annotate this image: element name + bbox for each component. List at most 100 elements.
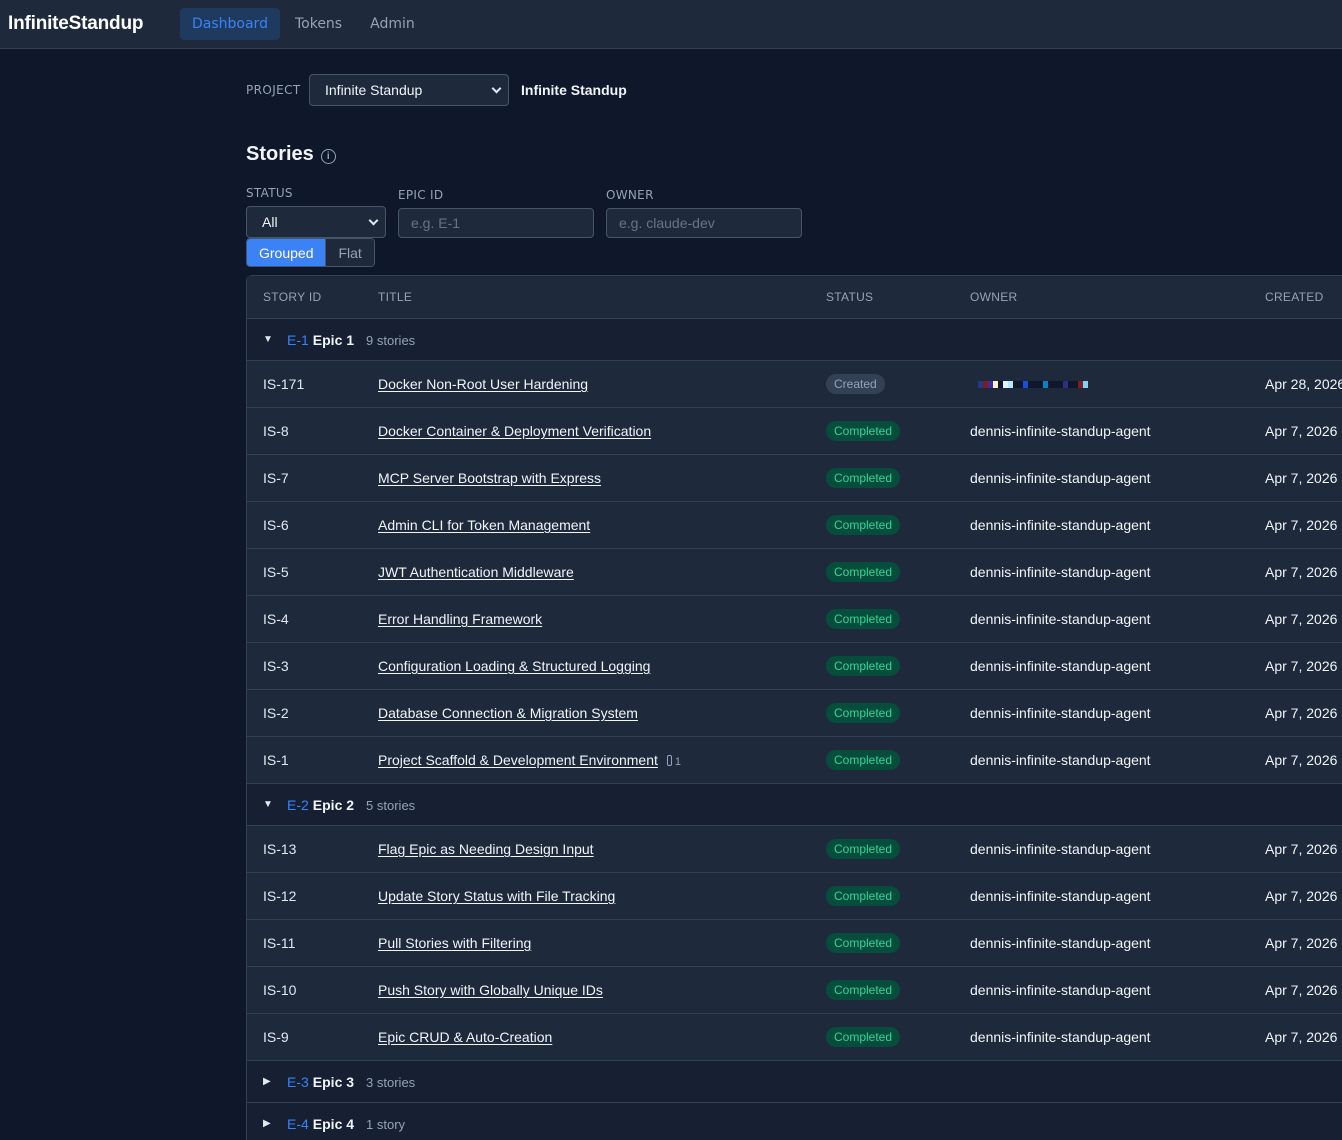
owner-input[interactable]: e.g. claude-dev	[606, 208, 802, 238]
created-date: Apr 7, 2026	[1265, 935, 1338, 951]
brand-logo[interactable]: InfiniteStandup	[8, 13, 180, 35]
story-title: Project Scaffold & Development Environme…	[378, 752, 681, 768]
story-title-link[interactable]: Update Story Status with File Tracking	[378, 888, 615, 904]
status-filter-value: All	[262, 214, 278, 230]
created-date: Apr 7, 2026	[1265, 658, 1338, 674]
table-body: ▼ E-1 Epic 1 9 stories IS-171 Docker Non-Root…	[247, 319, 1342, 1140]
nav-admin[interactable]: Admin	[358, 8, 427, 40]
story-id: IS-9	[263, 1029, 289, 1045]
story-title-link[interactable]: Epic CRUD & Auto-Creation	[378, 1029, 552, 1045]
table-row[interactable]: IS-10 Push Story with Globally Unique IDs…	[247, 967, 1342, 1014]
story-title: Docker Non-Root User Hardening	[378, 376, 588, 392]
info-icon[interactable]: i	[320, 149, 336, 164]
status-cell: Completed	[826, 468, 901, 488]
table-row[interactable]: IS-13 Flag Epic as Needing Design Input Co…	[247, 826, 1342, 873]
table-row[interactable]: IS-6 Admin CLI for Token Management Comple…	[247, 502, 1342, 549]
col-title[interactable]: TITLE	[378, 290, 412, 304]
epic-story-count: 3 stories	[366, 1074, 416, 1090]
epic-group-label: E-1 Epic 1 9 stories	[287, 332, 415, 348]
story-id: IS-10	[263, 982, 297, 998]
story-title-link[interactable]: Push Story with Globally Unique IDs	[378, 982, 603, 998]
nav-tokens[interactable]: Tokens	[283, 8, 354, 40]
story-title-link[interactable]: Database Connection & Migration System	[378, 705, 638, 721]
flat-view-button[interactable]: Flat	[325, 239, 374, 266]
story-title-link[interactable]: Error Handling Framework	[378, 611, 542, 627]
status-badge: Completed	[826, 933, 901, 953]
story-title-link[interactable]: MCP Server Bootstrap with Express	[378, 470, 601, 486]
status-badge: Completed	[826, 980, 901, 1000]
story-title-link[interactable]: Admin CLI for Token Management	[378, 517, 590, 533]
story-title: JWT Authentication Middleware	[378, 564, 574, 580]
table-row[interactable]: IS-11 Pull Stories with Filtering Complete…	[247, 920, 1342, 967]
story-title-link[interactable]: Docker Non-Root User Hardening	[378, 376, 588, 392]
created-date: Apr 7, 2026	[1265, 423, 1338, 439]
page-title: Stories	[246, 143, 314, 165]
status-filter-select[interactable]: All	[246, 206, 386, 238]
story-title-link[interactable]: Project Scaffold & Development Environme…	[378, 752, 658, 768]
epic-id: E-4	[287, 1115, 309, 1132]
col-story-id[interactable]: STORY ID	[263, 290, 321, 304]
col-status[interactable]: STATUS	[826, 290, 873, 304]
project-name: Infinite Standup	[521, 82, 627, 98]
project-select[interactable]: Infinite Standup	[309, 74, 509, 106]
project-selector-row: PROJECT Infinite Standup Infinite Standu…	[246, 74, 627, 106]
status-badge: Completed	[826, 839, 901, 859]
story-title: Docker Container & Deployment Verificati…	[378, 423, 651, 439]
story-title: Pull Stories with Filtering	[378, 935, 531, 951]
epic-group-row[interactable]: ▼ E-2 Epic 2 5 stories	[247, 784, 1342, 826]
story-title-link[interactable]: Flag Epic as Needing Design Input	[378, 841, 594, 857]
status-badge: Completed	[826, 656, 901, 676]
table-row[interactable]: IS-12 Update Story Status with File Track…	[247, 873, 1342, 920]
created-date: Apr 7, 2026	[1265, 752, 1338, 768]
story-title: Error Handling Framework	[378, 611, 542, 627]
table-row[interactable]: IS-7 MCP Server Bootstrap with Express Com…	[247, 455, 1342, 502]
nav-dashboard[interactable]: Dashboard	[180, 8, 280, 40]
table-row[interactable]: IS-8 Docker Container & Deployment Verifi…	[247, 408, 1342, 455]
owner-name: dennis-infinite-standup-agent	[970, 752, 1151, 768]
owner-name: dennis-infinite-standup-agent	[970, 611, 1151, 627]
owner-avatar-glyphs	[978, 380, 1088, 388]
main-nav: Dashboard Tokens Admin	[180, 8, 431, 40]
owner-name: dennis-infinite-standup-agent	[970, 935, 1151, 951]
epic-group-row[interactable]: ▼ E-1 Epic 1 9 stories	[247, 319, 1342, 361]
table-row[interactable]: IS-2 Database Connection & Migration Syst…	[247, 690, 1342, 737]
caret-right-icon[interactable]: ▶	[263, 1076, 271, 1087]
epic-name: Epic 3	[312, 1073, 355, 1090]
story-title-link[interactable]: JWT Authentication Middleware	[378, 564, 574, 580]
table-row[interactable]: IS-3 Configuration Loading & Structured L…	[247, 643, 1342, 690]
epic-group-row[interactable]: ▶ E-3 Epic 3 3 stories	[247, 1061, 1342, 1103]
epic-filter-label: EPIC ID	[398, 188, 444, 202]
caret-down-icon[interactable]: ▼	[263, 334, 273, 345]
status-badge: Completed	[826, 421, 901, 441]
table-row[interactable]: IS-171 Docker Non-Root User Hardening Crea…	[247, 361, 1342, 408]
stories-header: Stories i	[246, 143, 336, 166]
status-badge: Completed	[826, 562, 901, 582]
caret-right-icon[interactable]: ▶	[263, 1118, 271, 1129]
caret-down-icon[interactable]: ▼	[263, 799, 273, 810]
story-title: Admin CLI for Token Management	[378, 517, 590, 533]
story-title-link[interactable]: Configuration Loading & Structured Loggi…	[378, 658, 650, 674]
table-row[interactable]: IS-1 Project Scaffold & Development Envir…	[247, 737, 1342, 784]
epic-name: Epic 4	[312, 1115, 355, 1132]
owner-name: dennis-infinite-standup-agent	[970, 841, 1151, 857]
epic-story-count: 9 stories	[366, 332, 416, 348]
col-owner[interactable]: OWNER	[970, 290, 1018, 304]
story-title-link[interactable]: Pull Stories with Filtering	[378, 935, 531, 951]
story-id: IS-6	[263, 517, 289, 533]
epic-id-input[interactable]: e.g. E-1	[398, 208, 594, 238]
table-row[interactable]: IS-4 Error Handling Framework Completed den…	[247, 596, 1342, 643]
grouped-view-button[interactable]: Grouped	[247, 239, 326, 266]
table-row[interactable]: IS-5 JWT Authentication Middleware Complet…	[247, 549, 1342, 596]
created-date: Apr 7, 2026	[1265, 705, 1338, 721]
story-id: IS-2	[263, 705, 289, 721]
attachment-icon[interactable]: 1	[667, 755, 681, 768]
story-id: IS-11	[263, 935, 296, 951]
epic-group-row[interactable]: ▶ E-4 Epic 4 1 story	[247, 1103, 1342, 1140]
col-created[interactable]: CREATED	[1265, 290, 1324, 304]
owner-name: dennis-infinite-standup-agent	[970, 705, 1151, 721]
story-title: MCP Server Bootstrap with Express	[378, 470, 601, 486]
table-row[interactable]: IS-9 Epic CRUD & Auto-Creation Completed de…	[247, 1014, 1342, 1061]
story-title-link[interactable]: Docker Container & Deployment Verificati…	[378, 423, 651, 439]
story-title: Database Connection & Migration System	[378, 705, 638, 721]
glyph-pixel	[1083, 380, 1088, 388]
